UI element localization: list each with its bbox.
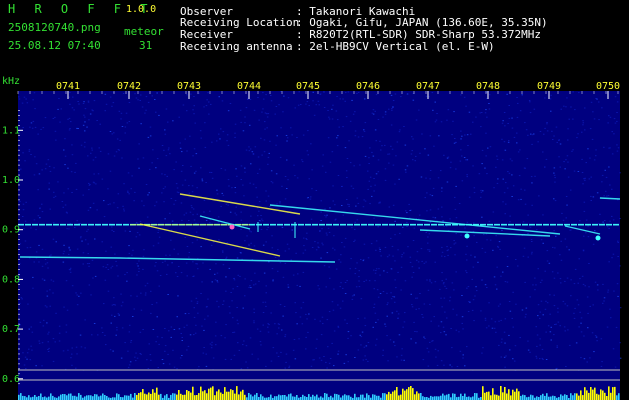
y-tick-label-1.1: 1.1	[2, 125, 20, 136]
x-tick-label-0748: 0748	[476, 81, 500, 92]
meteor-trace-1	[19, 256, 121, 259]
y-tick-label-0.7: 0.7	[2, 324, 20, 335]
y-axis-unit: kHz	[2, 76, 20, 87]
meteor-trace-9	[599, 197, 621, 200]
meteor-head-1	[229, 224, 235, 230]
x-tick-label-0743: 0743	[177, 81, 201, 92]
y-tick-label-0.6: 0.6	[2, 374, 20, 385]
y-tick-label-1.0: 1.0	[2, 175, 20, 186]
x-tick-label-0746: 0746	[356, 81, 380, 92]
meteor-blob-2	[595, 235, 601, 241]
x-tick-label-0747: 0747	[416, 81, 440, 92]
y-tick-label-0.9: 0.9	[2, 225, 20, 236]
spectrogram: kHz 1.1 1.0 0.9 0.8 0.7 0.6 0741 0742 0743 0744 074…	[2, 76, 622, 400]
meteor-blob-1	[464, 233, 470, 239]
x-tick-label-0749: 0749	[537, 81, 561, 92]
y-tick-label-0.8: 0.8	[2, 274, 20, 285]
x-tick-label-0744: 0744	[237, 81, 261, 92]
x-tick-label-0741: 0741	[56, 81, 80, 92]
x-tick-label-0750: 0750	[596, 81, 620, 92]
x-tick-label-0742: 0742	[117, 81, 141, 92]
spectrogram-background	[18, 91, 620, 400]
x-tick-label-0745: 0745	[296, 81, 320, 92]
